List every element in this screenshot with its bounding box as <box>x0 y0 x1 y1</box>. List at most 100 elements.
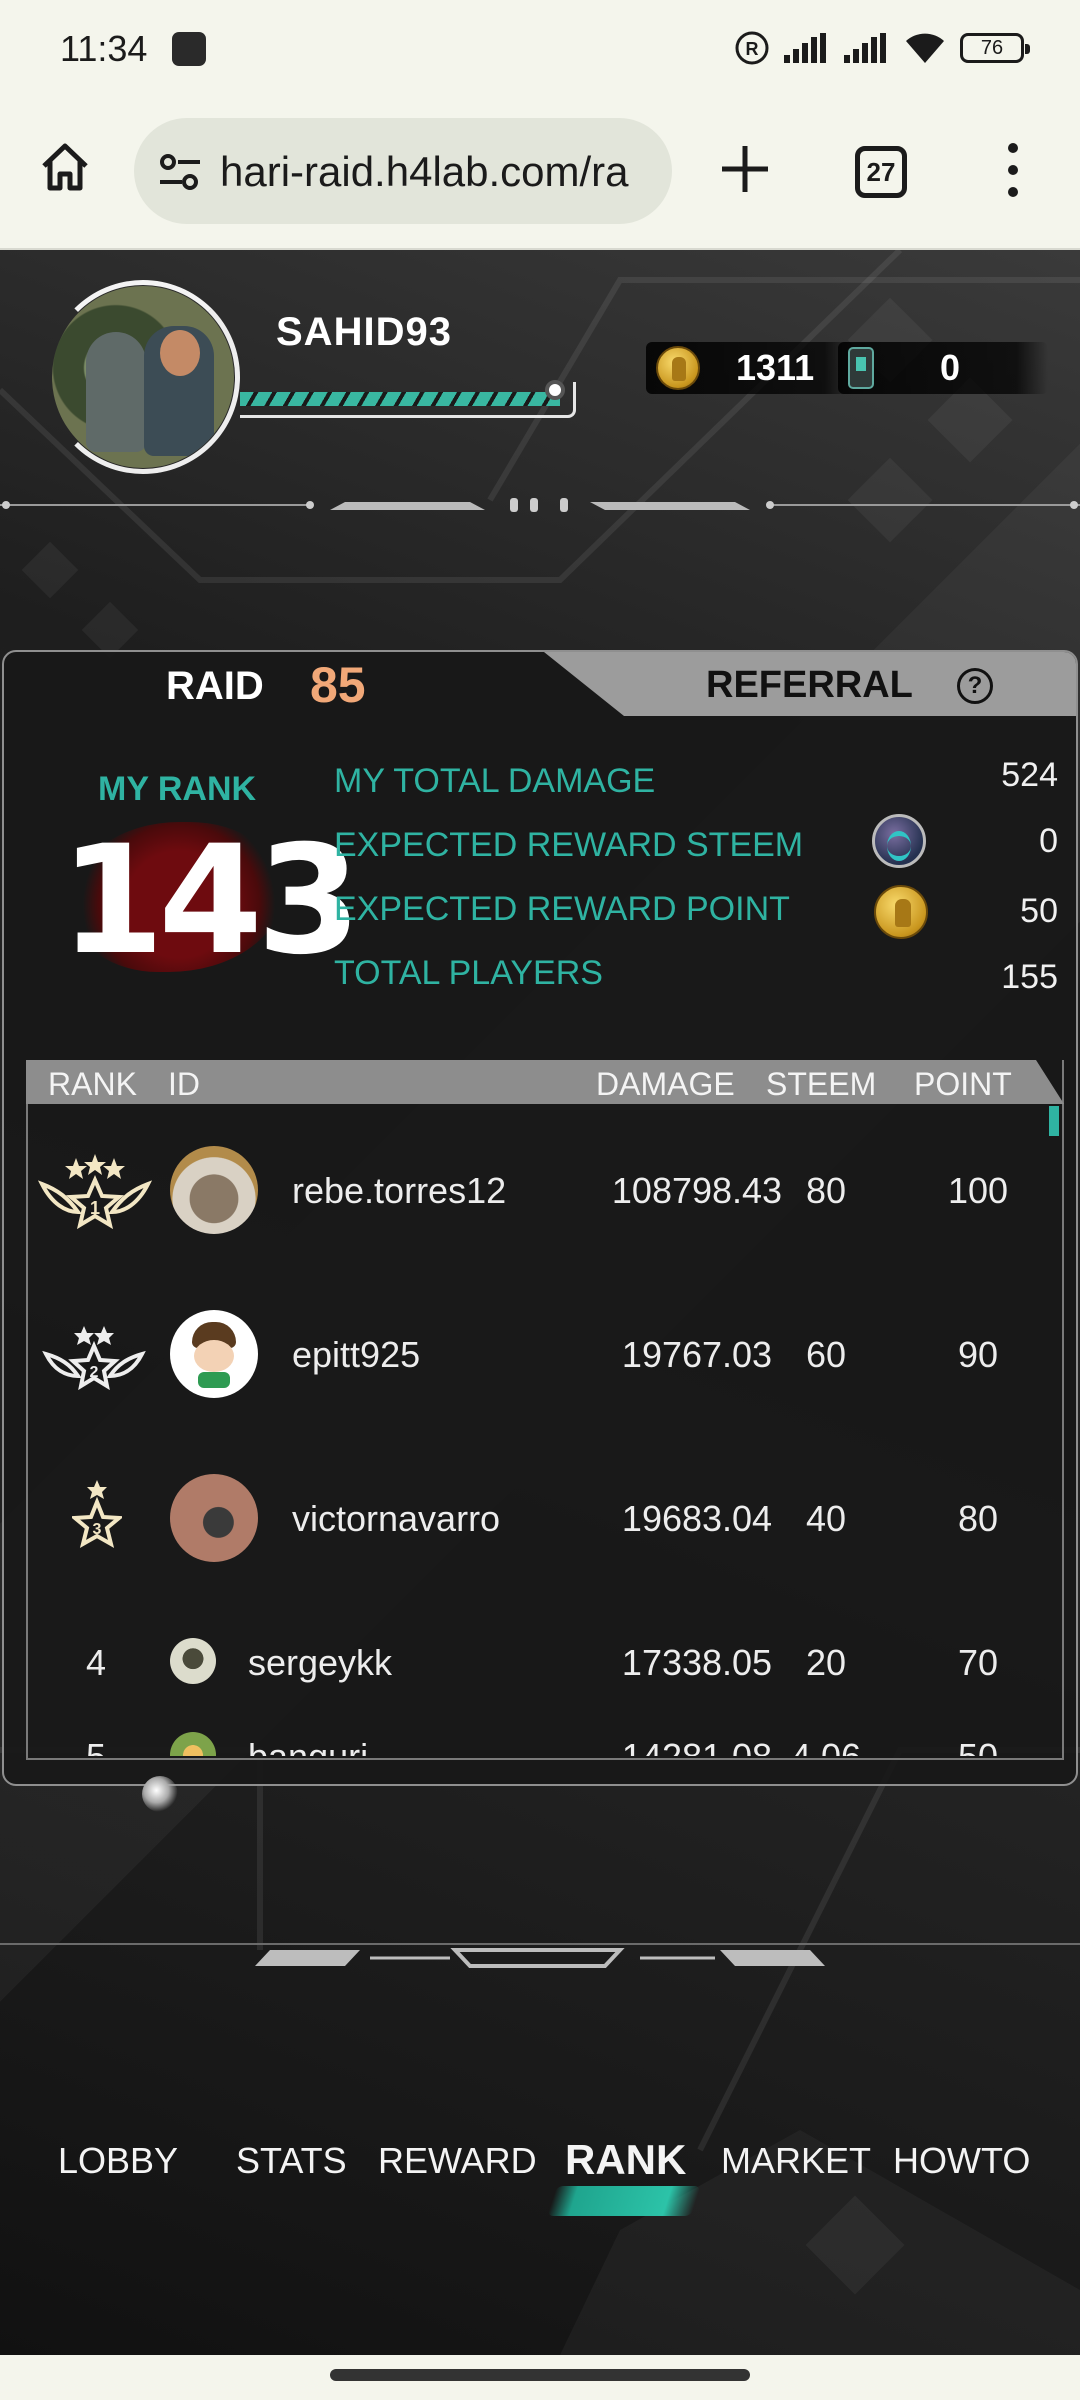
header-point: POINT <box>914 1066 1012 1102</box>
steem-icon <box>872 814 926 868</box>
row-username: banguri <box>248 1736 368 1756</box>
nav-active-indicator <box>547 2186 701 2216</box>
xp-progress-knob <box>545 380 565 400</box>
row-steem: 20 <box>805 1642 847 1683</box>
xp-progress-bar <box>240 380 576 418</box>
tab-referral-label: REFERRAL <box>706 664 913 706</box>
registered-icon: R <box>735 31 769 65</box>
table-scrollbar[interactable] <box>1049 1106 1059 1136</box>
nav-reward[interactable]: REWARD <box>378 2140 537 2182</box>
stat-reward-point-label: EXPECTED REWARD POINT <box>334 890 790 928</box>
row-steem: 40 <box>805 1498 847 1539</box>
nav-howto[interactable]: HOWTO <box>893 2140 1030 2182</box>
rank-2-badge-icon: 2 <box>42 1326 146 1390</box>
row-point: 50 <box>936 1736 1020 1756</box>
row-point: 70 <box>957 1642 999 1683</box>
wifi-icon <box>906 33 944 63</box>
tab-raid-label: RAID <box>166 664 264 708</box>
url-text: hari-raid.h4lab.com/ra <box>220 148 629 195</box>
home-gesture-handle[interactable] <box>330 2369 750 2381</box>
row-damage: 19683.04 <box>621 1498 773 1539</box>
status-bar: 11:34 R 76 <box>0 0 1080 100</box>
nav-market[interactable]: MARKET <box>721 2140 871 2182</box>
my-rank-value: 143 <box>60 814 361 988</box>
row-point: 100 <box>947 1170 1009 1211</box>
stat-total-players-value: 155 <box>1001 958 1058 996</box>
battery-icon: 76 <box>960 33 1030 63</box>
status-time: 11:34 <box>60 28 148 69</box>
browser-toolbar: hari-raid.h4lab.com/ra 27 <box>0 100 1080 250</box>
gem-value: 0 <box>940 347 961 388</box>
row-steem: 4.06 <box>786 1736 866 1756</box>
gesture-navigation-bar <box>0 2355 1080 2400</box>
signal-2-icon <box>844 33 886 63</box>
nav-stats[interactable]: STATS <box>236 2140 347 2182</box>
stat-reward-point-value: 50 <box>1020 892 1058 930</box>
rank-1-badge-icon: 1 <box>38 1154 152 1230</box>
coin-icon <box>656 346 700 390</box>
my-rank-label: MY RANK <box>98 770 257 808</box>
row-damage: 19767.03 <box>621 1334 773 1375</box>
home-icon[interactable] <box>38 140 92 194</box>
row-point: 90 <box>957 1334 999 1375</box>
table-row[interactable]: 5 banguri 14281.08 4.06 50 <box>26 1732 1048 1756</box>
nav-rank[interactable]: RANK <box>565 2136 686 2184</box>
row-rank: 5 <box>48 1736 144 1756</box>
status-icons: R 76 <box>734 30 1030 66</box>
svg-text:1: 1 <box>90 1198 100 1218</box>
row-username: epitt925 <box>292 1334 421 1375</box>
tab-raid[interactable]: RAID 85 <box>4 652 564 716</box>
stat-reward-steem-label: EXPECTED REWARD STEEM <box>334 826 804 864</box>
svg-text:2: 2 <box>90 1364 99 1381</box>
user-avatar <box>170 1146 258 1234</box>
row-steem: 80 <box>805 1170 847 1211</box>
row-damage: 14281.08 <box>602 1736 792 1756</box>
row-steem: 60 <box>805 1334 847 1375</box>
address-bar[interactable]: hari-raid.h4lab.com/ra <box>134 118 672 224</box>
table-row[interactable]: 3 victornavarro 19683.04 40 80 <box>26 1474 1048 1624</box>
point-coin-icon <box>874 885 928 939</box>
player-avatar[interactable] <box>52 286 234 468</box>
bottom-navigation: LOBBY STATS REWARD RANK MARKET HOWTO <box>0 2130 1080 2216</box>
stat-total-damage-label: MY TOTAL DAMAGE <box>334 762 656 800</box>
row-damage: 108798.43 <box>611 1170 783 1211</box>
site-settings-icon[interactable] <box>158 152 202 192</box>
tab-switcher-button[interactable]: 27 <box>855 146 907 198</box>
user-avatar <box>170 1732 216 1756</box>
rank-table-body[interactable]: 1 rebe.torres12 108798.43 80 100 2 epitt… <box>26 1104 1048 1756</box>
row-rank: 4 <box>85 1642 107 1683</box>
user-avatar <box>170 1310 258 1398</box>
gem-balance: 0 <box>838 338 1058 398</box>
raid-count: 85 <box>310 657 366 713</box>
notification-app-icon <box>172 32 206 66</box>
light-orb-decoration <box>142 1776 178 1812</box>
stat-reward-steem-value: 0 <box>1039 822 1058 860</box>
new-tab-icon[interactable] <box>714 138 776 200</box>
stat-total-players-label: TOTAL PLAYERS <box>334 954 603 992</box>
table-row[interactable]: 1 rebe.torres12 108798.43 80 100 <box>26 1146 1048 1296</box>
table-row[interactable]: 4 sergeykk 17338.05 20 70 <box>26 1638 1048 1708</box>
player-username: SAHID93 <box>276 310 452 354</box>
svg-text:3: 3 <box>93 1521 102 1538</box>
device-token-icon <box>848 347 874 389</box>
nav-lobby[interactable]: LOBBY <box>58 2140 178 2182</box>
coin-value: 1311 <box>736 347 815 388</box>
signal-1-icon <box>784 33 826 63</box>
row-username: sergeykk <box>248 1642 393 1683</box>
header-divider <box>0 498 1080 512</box>
svg-text:R: R <box>746 39 759 59</box>
help-icon[interactable]: ? <box>957 668 993 704</box>
row-username: victornavarro <box>292 1498 501 1539</box>
header-damage: DAMAGE <box>596 1066 735 1102</box>
game-screen: SAHID93 1311 0 RAID 85 REFERRAL ? MY RAN… <box>0 250 1080 2355</box>
header-id: ID <box>168 1066 200 1102</box>
stat-total-damage-value: 524 <box>1001 756 1058 794</box>
row-damage: 17338.05 <box>621 1642 773 1683</box>
header-rank: RANK <box>48 1066 137 1102</box>
more-menu-icon[interactable] <box>996 140 1030 200</box>
table-row[interactable]: 2 epitt925 19767.03 60 90 <box>26 1310 1048 1460</box>
user-avatar <box>170 1474 258 1562</box>
header-steem: STEEM <box>766 1066 877 1102</box>
nav-divider <box>0 1943 1080 1968</box>
coin-balance: 1311 <box>646 338 856 398</box>
